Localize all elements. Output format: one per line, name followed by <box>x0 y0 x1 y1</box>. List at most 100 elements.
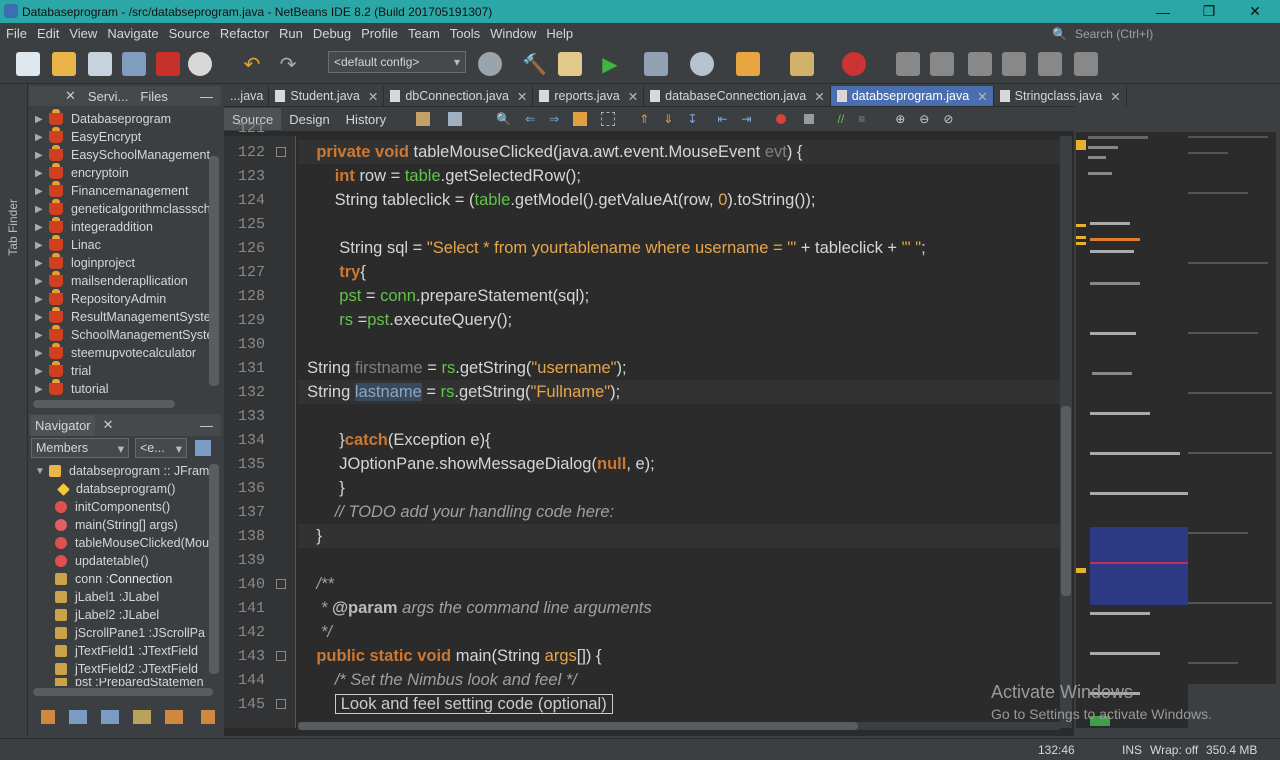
zoom-out-icon[interactable]: ⊖ <box>919 112 929 126</box>
wrap-mode[interactable]: Wrap: off <box>1150 743 1198 757</box>
member-item[interactable]: conn : Connection <box>55 570 172 588</box>
member-item[interactable]: jTextField2 : JTextField <box>55 660 198 678</box>
profile-icon[interactable] <box>690 52 714 76</box>
menu-edit[interactable]: Edit <box>37 26 59 41</box>
stop-icon[interactable] <box>842 52 866 76</box>
menu-navigate[interactable]: Navigate <box>107 26 158 41</box>
next-occurrence-icon[interactable]: ⇒ <box>549 112 559 126</box>
next-bookmark-icon[interactable]: ⇓ <box>663 112 673 126</box>
editor-tab[interactable]: Student.java ✕ <box>269 86 385 106</box>
filter-icon-f[interactable] <box>201 710 215 724</box>
run-icon[interactable]: ▶ <box>598 52 622 76</box>
project-item[interactable]: ▶ EasyEncrypt <box>35 127 141 146</box>
close-tab-icon[interactable]: ✕ <box>814 89 824 104</box>
minimize-panel-icon[interactable]: — <box>200 89 213 104</box>
project-item[interactable]: ▶ steemupvotecalculator <box>35 343 196 362</box>
maximize-button[interactable]: ❐ <box>1186 0 1232 23</box>
member-item[interactable]: pst : PreparedStatemen <box>55 678 204 686</box>
menu-window[interactable]: Window <box>490 26 536 41</box>
member-item[interactable]: jScrollPane1 : JScrollPa <box>55 624 205 642</box>
close-tab-icon[interactable]: ✕ <box>1110 89 1120 104</box>
project-item[interactable]: ▶ Financemanagement <box>35 181 188 200</box>
filter-icon-b[interactable] <box>69 710 87 724</box>
close-tab-icon[interactable]: ✕ <box>368 89 378 104</box>
navigator-hscrollbar[interactable] <box>33 688 213 696</box>
clean-build-icon[interactable] <box>558 52 582 76</box>
project-item[interactable]: ▶ ResultManagementSyste <box>35 307 211 326</box>
member-item[interactable]: jLabel2 : JLabel <box>55 606 159 624</box>
toggle-select-icon[interactable] <box>601 112 616 126</box>
warning-marker[interactable] <box>1076 224 1086 227</box>
menu-debug[interactable]: Debug <box>313 26 351 41</box>
minimize-button[interactable]: — <box>1140 0 1186 23</box>
close-button[interactable]: ✕ <box>1232 0 1278 23</box>
member-item[interactable]: databseprogram() <box>57 480 175 498</box>
comment-icon[interactable]: // <box>838 112 845 126</box>
globe-icon[interactable] <box>478 52 502 76</box>
filter-icon-d[interactable] <box>133 710 151 724</box>
warning-marker[interactable] <box>1076 570 1086 573</box>
stop-macro-icon[interactable] <box>803 114 814 124</box>
menu-profile[interactable]: Profile <box>361 26 398 41</box>
search-code-icon[interactable]: 🔍 <box>496 112 511 126</box>
project-item[interactable]: ▶ encryptoin <box>35 163 129 182</box>
close-tab-icon[interactable]: ✕ <box>628 89 638 104</box>
member-item[interactable]: updatetable() <box>55 552 149 570</box>
tab-finder-label[interactable]: Tab Finder <box>6 199 20 256</box>
new-file-icon[interactable] <box>16 52 40 76</box>
record-icon[interactable] <box>188 52 212 76</box>
history-view-button[interactable]: History <box>338 108 394 130</box>
filter-icon-e[interactable] <box>165 710 183 724</box>
navigator-scrollbar[interactable] <box>209 464 219 674</box>
quick-search[interactable]: 🔍 Search (Ctrl+I) <box>1052 23 1280 44</box>
shift-left-icon[interactable]: ⇤ <box>717 112 727 126</box>
project-item[interactable]: ▶ EasySchoolManagement <box>35 145 210 164</box>
menu-help[interactable]: Help <box>546 26 573 41</box>
close-tab-icon[interactable]: ✕ <box>977 89 987 104</box>
member-item[interactable]: initComponents() <box>55 498 170 516</box>
prev-bookmark-icon[interactable]: ⇑ <box>639 112 649 126</box>
memory-usage[interactable]: 350.4 MB <box>1206 743 1257 757</box>
type-filter-select[interactable]: <e... ▾ <box>135 438 187 458</box>
caret-position[interactable]: 132:46 <box>1038 743 1075 757</box>
toolbar-icon-c[interactable] <box>968 52 992 76</box>
project-item[interactable]: ▶ Databaseprogram <box>35 109 171 128</box>
menu-refactor[interactable]: Refactor <box>220 26 269 41</box>
zoom-reset-icon[interactable]: ⊘ <box>943 112 953 126</box>
navigator-options-icon[interactable] <box>195 440 211 456</box>
close-tab-icon[interactable]: ✕ <box>517 89 527 104</box>
project-item[interactable]: ▶ mailsenderapllication <box>35 271 188 290</box>
language-icon[interactable] <box>156 52 180 76</box>
code-area[interactable]: private void tableMouseClicked(java.awt.… <box>298 136 1060 728</box>
menu-tools[interactable]: Tools <box>450 26 480 41</box>
undo-icon[interactable]: ↶ <box>240 52 264 76</box>
minimize-navigator-icon[interactable]: — <box>200 418 213 433</box>
fold-collapse-icon[interactable] <box>276 699 286 709</box>
project-item[interactable]: ▶ RepositoryAdmin <box>35 289 166 308</box>
project-item[interactable]: ▶ Linac <box>35 235 101 254</box>
back-icon[interactable] <box>416 112 431 126</box>
members-filter-select[interactable]: Members ▾ <box>31 438 129 458</box>
shift-right-icon[interactable]: ⇥ <box>741 112 751 126</box>
editor-vscrollbar[interactable] <box>1060 136 1072 728</box>
project-item[interactable]: ▶ tutorial <box>35 379 109 398</box>
toggle-highlight-icon[interactable] <box>573 112 588 126</box>
zoom-in-icon[interactable]: ⊕ <box>895 112 905 126</box>
code-overview[interactable] <box>1188 132 1276 684</box>
project-item[interactable]: ▶ trial <box>35 361 91 380</box>
uncomment-icon[interactable]: ≡ <box>858 112 865 126</box>
jar-icon[interactable] <box>736 52 760 76</box>
menu-run[interactable]: Run <box>279 26 303 41</box>
projects-hscrollbar[interactable] <box>33 400 175 408</box>
projects-scrollbar[interactable] <box>209 156 219 386</box>
member-item[interactable]: jLabel1 : JLabel <box>55 588 159 606</box>
editor-tab[interactable]: ...java <box>224 86 270 106</box>
toggle-bookmark-icon[interactable]: ↧ <box>687 112 697 126</box>
navigator-close-icon[interactable]: ✕ <box>103 417 114 433</box>
warning-marker[interactable] <box>1076 140 1086 150</box>
search-input[interactable]: Search (Ctrl+I) <box>1075 27 1153 41</box>
member-item[interactable]: tableMouseClicked(Mou <box>55 534 209 552</box>
editor-tab[interactable]: Stringclass.java ✕ <box>994 86 1127 106</box>
panel-close-icon[interactable]: ✕ <box>65 88 76 104</box>
editor-tab[interactable]: reports.java ✕ <box>533 86 645 106</box>
